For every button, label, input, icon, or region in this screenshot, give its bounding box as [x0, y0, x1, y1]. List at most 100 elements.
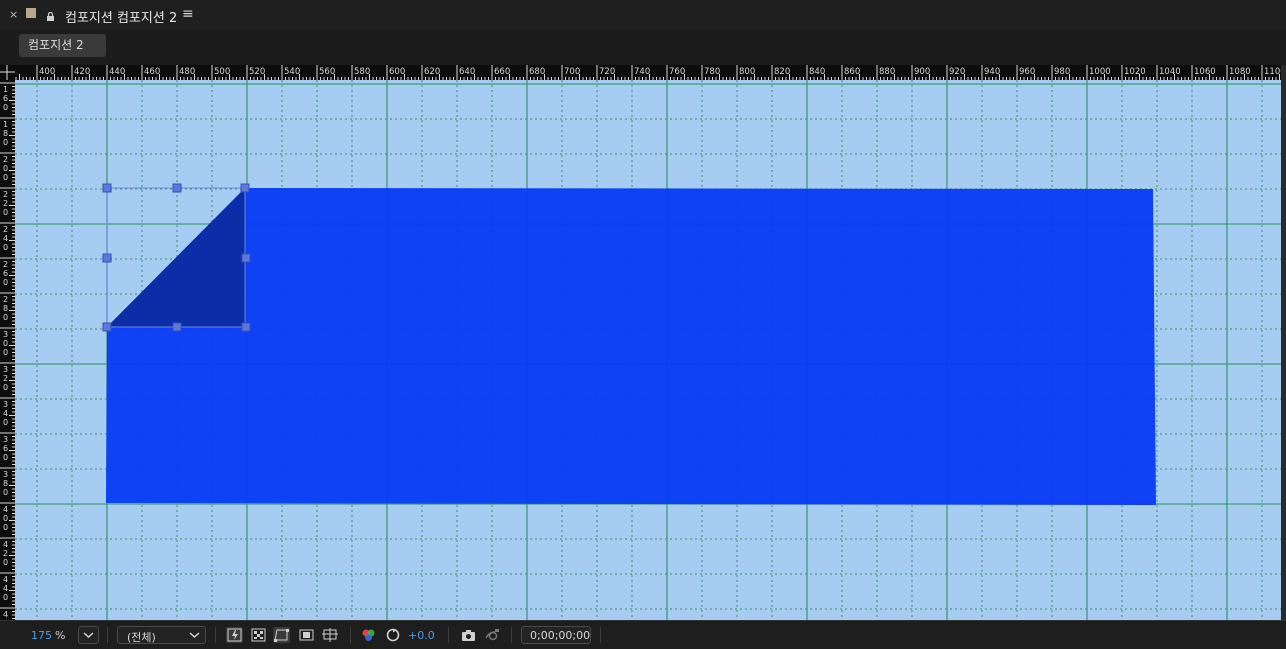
ruler-tick-label: 0: [3, 453, 8, 462]
ruler-tick-label: 960: [1019, 67, 1035, 77]
region-of-interest-icon[interactable]: [298, 627, 315, 643]
ruler-tick-label: 8: [3, 304, 8, 313]
ruler-tick-label: 780: [704, 67, 720, 77]
composition-tab-row: 컴포지션 2: [0, 30, 1286, 64]
ruler-tick-label: 680: [529, 67, 545, 77]
timecode-value: 0;00;00;00: [530, 629, 591, 642]
transparency-grid-icon[interactable]: [250, 627, 267, 643]
ruler-tick-label: 860: [844, 67, 860, 77]
ruler-tick-label: 420: [74, 67, 90, 77]
resolution-select[interactable]: (전체): [117, 626, 206, 644]
ruler-tick-label: 0: [3, 348, 8, 357]
ruler-tick-label: 0: [3, 243, 8, 252]
vertical-ruler[interactable]: 1601802002202402602803003203403603804004…: [0, 80, 15, 620]
panel-title: 컴포지션 컴포지션 2: [65, 11, 178, 26]
exposure-value[interactable]: +0.0: [408, 629, 435, 642]
transform-handle[interactable]: [102, 183, 112, 193]
camera-icon[interactable]: [460, 627, 477, 643]
ruler-tick-label: 3: [3, 400, 8, 409]
transform-handle[interactable]: [241, 322, 251, 332]
close-icon[interactable]: ×: [9, 8, 18, 21]
ruler-tick-label: 4: [3, 610, 8, 619]
composition-viewer[interactable]: [15, 80, 1281, 620]
timecode-field[interactable]: 0;00;00;00: [521, 626, 591, 644]
ruler-tick-label: 0: [3, 523, 8, 532]
menu-icon[interactable]: ≡: [182, 6, 194, 22]
ruler-tick-label: 0: [3, 103, 8, 112]
ruler-tick-label: 760: [669, 67, 685, 77]
color-channel-icon[interactable]: [360, 627, 377, 643]
ruler-tick-label: 2: [3, 295, 8, 304]
chevron-down-icon: [83, 632, 94, 639]
ruler-tick-label: 660: [494, 67, 510, 77]
ruler-tick-label: 820: [774, 67, 790, 77]
ruler-tick-label: 840: [809, 67, 825, 77]
ruler-tick-label: 0: [3, 164, 8, 173]
selected-shape-region[interactable]: [107, 188, 245, 327]
ruler-tick-label: 900: [914, 67, 930, 77]
ruler-tick-label: 6: [3, 269, 8, 278]
ruler-tick-label: 0: [3, 593, 8, 602]
transform-handle[interactable]: [241, 253, 251, 263]
ruler-tick-label: 620: [424, 67, 440, 77]
panel-scroll-edge: [1281, 65, 1286, 621]
chevron-down-icon: [189, 632, 200, 639]
ruler-tick-label: 800: [739, 67, 755, 77]
ruler-tick-label: 600: [389, 67, 405, 77]
ruler-tick-label: 440: [109, 67, 125, 77]
ruler-tick-label: 980: [1054, 67, 1070, 77]
ruler-tick-label: 2: [3, 190, 8, 199]
ruler-tick-label: 940: [984, 67, 1000, 77]
ruler-tick-label: 1020: [1124, 67, 1146, 77]
resolution-value: (전체): [127, 631, 156, 644]
mask-visibility-icon[interactable]: [273, 627, 290, 643]
ruler-tick-label: 2: [3, 225, 8, 234]
ruler-tick-label: 460: [144, 67, 160, 77]
ruler-tick-label: 1040: [1159, 67, 1181, 77]
transform-handle[interactable]: [240, 183, 250, 193]
ruler-tick-label: 400: [39, 67, 55, 77]
ruler-tick-label: 580: [354, 67, 370, 77]
ruler-tick-label: 640: [459, 67, 475, 77]
ruler-tick-label: 2: [3, 549, 8, 558]
transform-handle[interactable]: [102, 322, 112, 332]
ruler-tick-label: 0: [3, 278, 8, 287]
zoom-dropdown[interactable]: [78, 626, 99, 644]
ruler-tick-label: 4: [3, 584, 8, 593]
ruler-tick-label: 2: [3, 155, 8, 164]
ruler-tick-label: 4: [3, 234, 8, 243]
ruler-tick-label: 1000: [1089, 67, 1111, 77]
horizontal-ruler[interactable]: 400 420 440 460 480 500 520 540 560 580 600 620 640 6…: [15, 65, 1286, 80]
ruler-tick-label: 3: [3, 470, 8, 479]
ruler-tick-label: 4: [3, 540, 8, 549]
ruler-tick-label: 6: [3, 444, 8, 453]
ruler-tick-label: 3: [3, 365, 8, 374]
ruler-tick-label: 4: [3, 409, 8, 418]
shape-layer[interactable]: [106, 188, 1156, 505]
show-snapshot-icon[interactable]: [484, 627, 501, 643]
grid-guide-icon[interactable]: [322, 627, 339, 643]
tab-composition-2[interactable]: 컴포지션 2: [19, 34, 106, 57]
ruler-tick-label: 0: [3, 514, 8, 523]
ruler-tick-label: 880: [879, 67, 895, 77]
ruler-tick-label: 1: [3, 85, 8, 94]
ruler-tick-label: 500: [214, 67, 230, 77]
fast-preview-icon[interactable]: [226, 627, 243, 643]
zoom-value[interactable]: 175: [31, 629, 52, 642]
transform-handle[interactable]: [102, 253, 112, 263]
ruler-origin[interactable]: [0, 65, 15, 80]
lock-icon[interactable]: [46, 7, 55, 21]
ruler-tick-label: 2: [3, 199, 8, 208]
ruler-tick-label: 0: [3, 558, 8, 567]
transform-handle[interactable]: [172, 183, 182, 193]
ruler-tick-label: 8: [3, 479, 8, 488]
reset-exposure-icon[interactable]: [385, 627, 402, 643]
ruler-tick-label: 4: [3, 505, 8, 514]
ruler-tick-label: 540: [284, 67, 300, 77]
ruler-tick-label: 520: [249, 67, 265, 77]
ruler-tick-label: 0: [3, 208, 8, 217]
transform-handle[interactable]: [172, 322, 182, 332]
ruler-tick-label: 4: [3, 575, 8, 584]
ruler-tick-label: 560: [319, 67, 335, 77]
label-color-swatch[interactable]: [26, 8, 36, 18]
